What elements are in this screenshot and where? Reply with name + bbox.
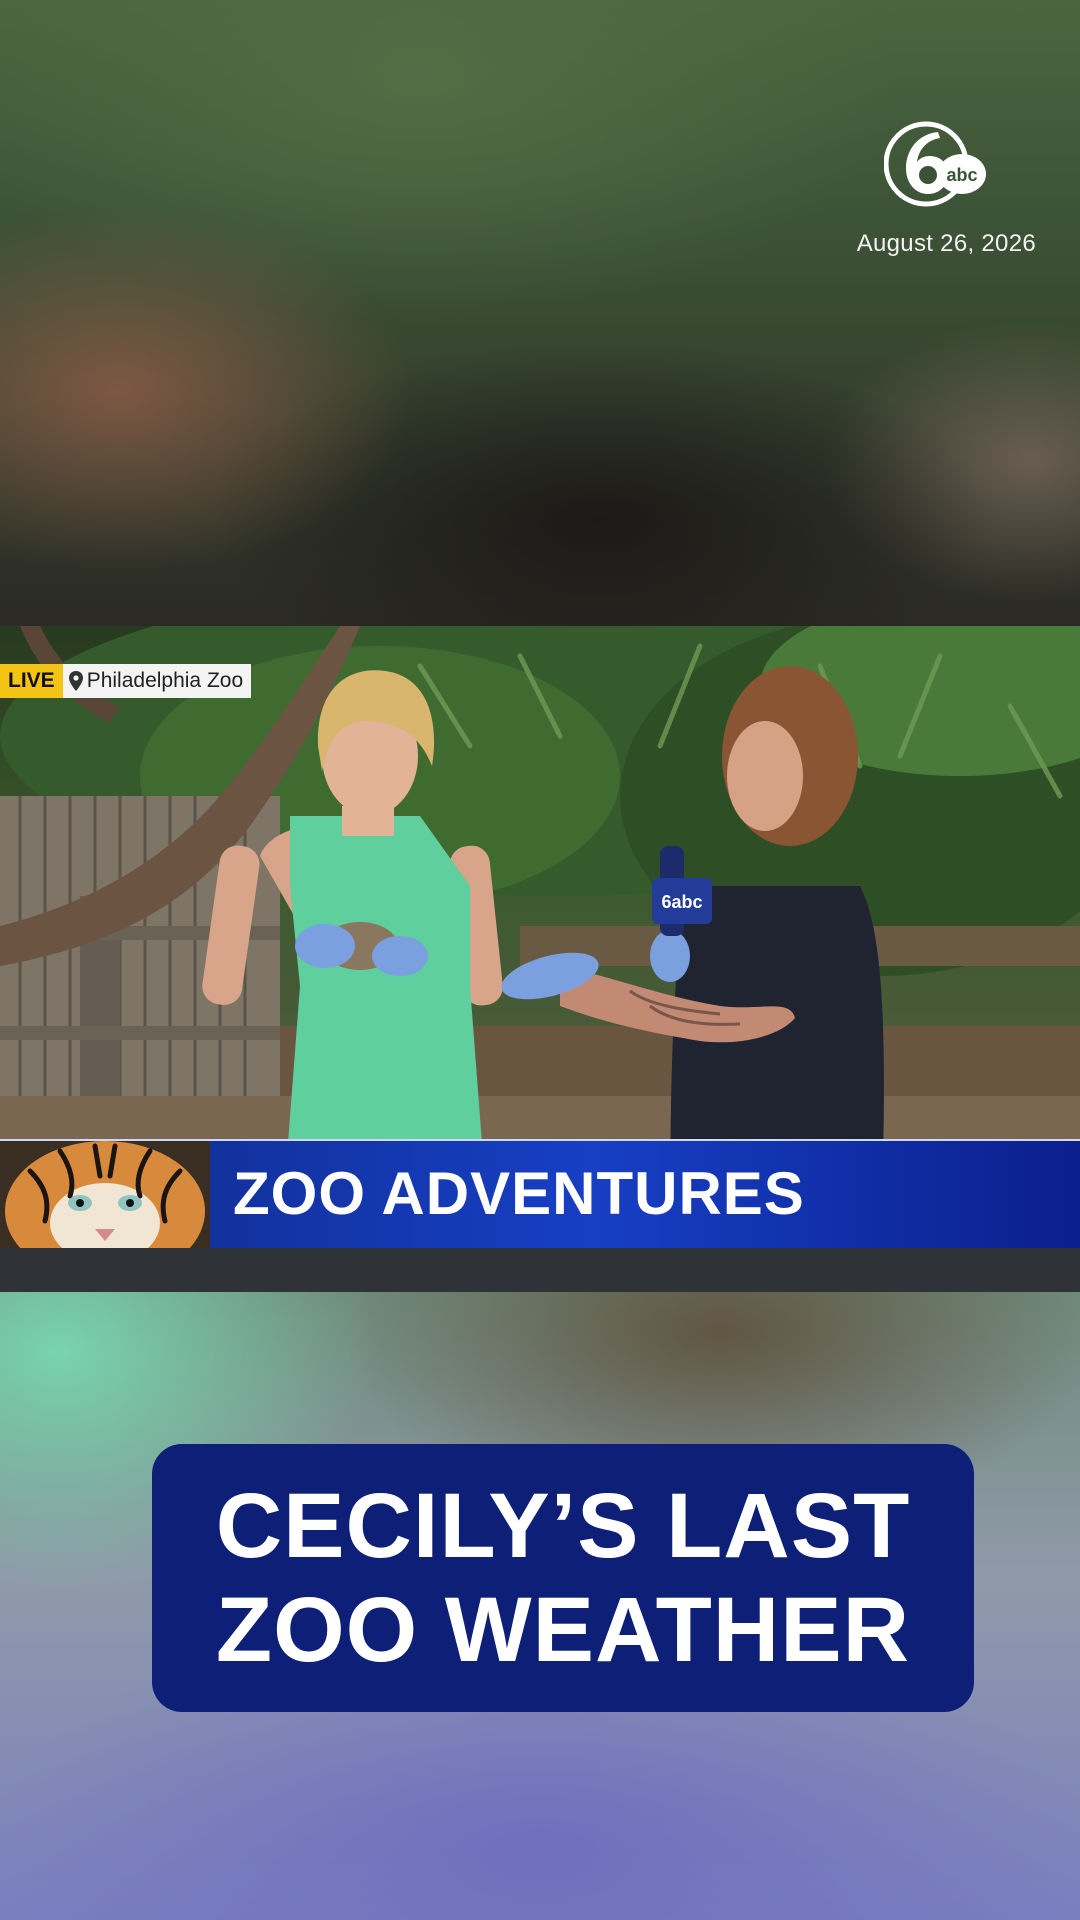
live-location-tag: LIVE Philadelphia Zoo [0,664,252,698]
headline-card: CECILY’S LAST ZOO WEATHER [152,1444,974,1712]
headline-line-2: ZOO WEATHER [215,1579,911,1681]
lower-third-title: ZOO ADVENTURES [233,1160,805,1227]
date-label: August 26, 2026 [856,230,1036,257]
headline-line-1: CECILY’S LAST [215,1475,911,1577]
location-pin-icon [68,671,83,691]
blurred-background-top [0,0,1080,626]
live-label: LIVE [0,664,63,698]
mic-flag-label: 6abc [661,892,702,912]
tiger-image [0,1141,210,1249]
story-frame: abc August 26, 2026 6abc LIVE Philadelph… [0,0,1080,1920]
location-label: Philadelphia Zoo [86,669,244,692]
separator-strip [0,1248,1080,1294]
location-box: Philadelphia Zoo [62,664,252,698]
logo-abc-text: abc [946,165,977,185]
6abc-logo-icon: abc [884,121,986,207]
lower-third-banner: ZOO ADVENTURES [0,1139,1080,1251]
